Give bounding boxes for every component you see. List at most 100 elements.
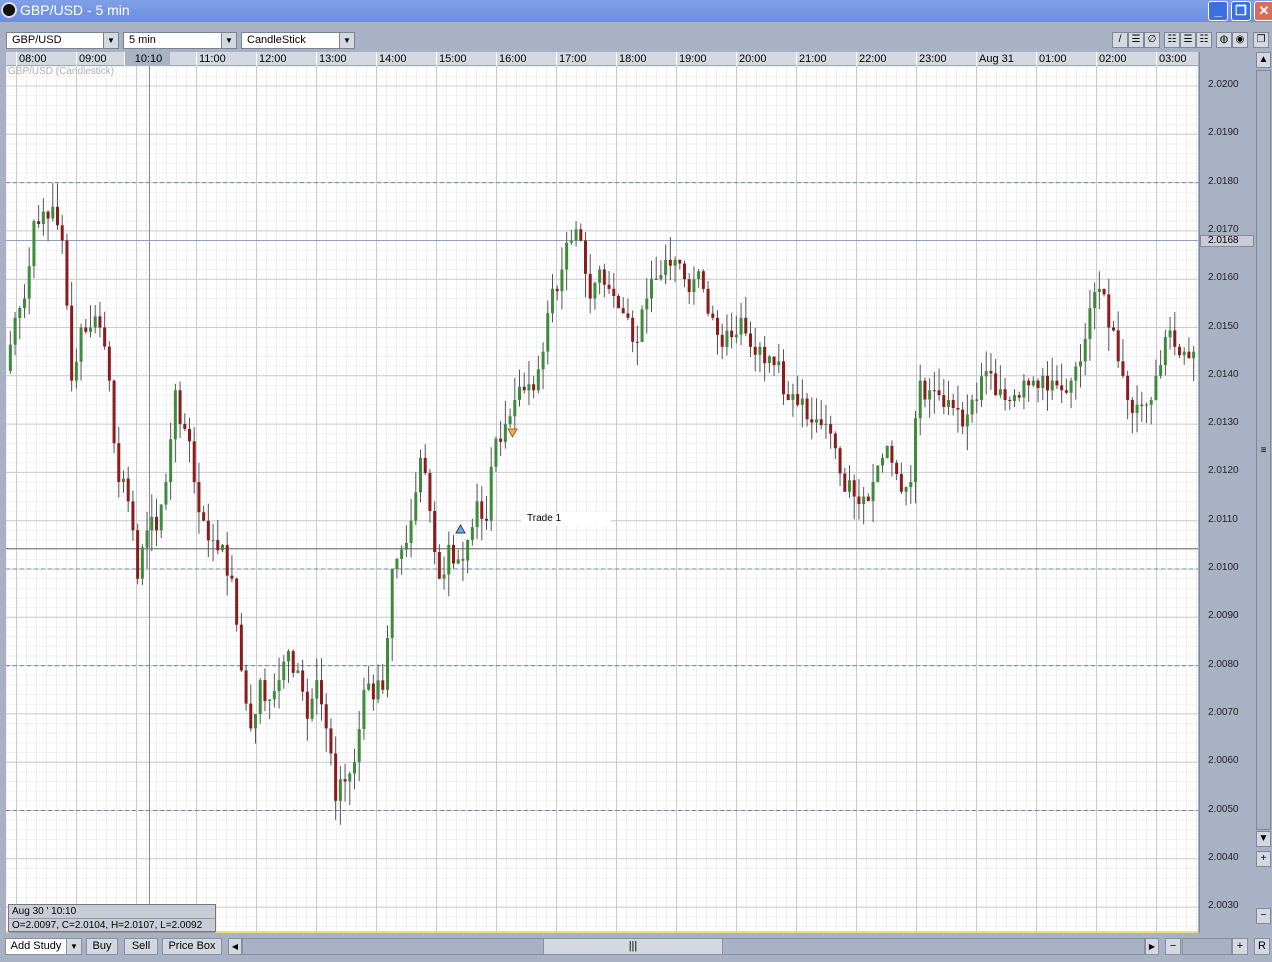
scroll-left-icon[interactable]: ◀ [228, 938, 242, 955]
zoom-out-time-icon[interactable]: − [1165, 938, 1181, 955]
candle-body [107, 346, 111, 381]
interval-select[interactable]: 5 min ▼ [123, 32, 237, 49]
horizontal-scroll-thumb[interactable]: ||| [543, 938, 723, 955]
candle-body [720, 334, 724, 347]
horizontal-lines-icon[interactable]: ☰ [1128, 32, 1144, 48]
candle-body [994, 373, 998, 396]
candle-body [494, 438, 498, 467]
candle-body [551, 288, 554, 314]
candle-body [18, 307, 22, 318]
chart-type-select[interactable]: CandleStick ▼ [241, 32, 355, 49]
reset-button[interactable]: R [1254, 938, 1270, 955]
chevron-down-icon[interactable]: ▼ [66, 938, 82, 955]
price-label: 2.0130 [1208, 417, 1239, 429]
chevron-down-icon[interactable]: ▼ [221, 33, 236, 48]
candle-body [390, 569, 394, 639]
candle-body [173, 390, 177, 440]
candle-body [447, 544, 451, 575]
candle-body [334, 753, 338, 801]
chart-plot-area[interactable]: GBP/USD (Candlestick) [6, 66, 1198, 933]
candle-body [202, 512, 206, 521]
time-zoom-slider[interactable] [1182, 938, 1232, 955]
candle-body [272, 691, 276, 700]
restore-button[interactable]: ❐ [1231, 1, 1251, 21]
sell-button[interactable]: Sell [124, 938, 158, 955]
scroll-up-icon[interactable]: ▲ [1256, 52, 1271, 68]
time-label: 13:00 [316, 52, 376, 66]
grid-icon[interactable]: ☷ [1164, 32, 1180, 48]
scroll-down-icon[interactable]: ▼ [1256, 831, 1271, 847]
close-button[interactable]: ✕ [1254, 1, 1272, 21]
chevron-down-icon[interactable]: ▼ [103, 33, 118, 48]
candle-body [716, 317, 719, 335]
candle-body [65, 240, 69, 306]
vertical-scrollbar[interactable]: ▲ ≡ ▼ + − [1256, 52, 1271, 933]
price-label: 2.0030 [1208, 900, 1239, 912]
candle-body [914, 418, 917, 483]
candle-body [1017, 395, 1021, 398]
candle-body [348, 773, 352, 782]
candle-body [428, 473, 432, 512]
price-label: 2.0090 [1208, 610, 1239, 622]
candle-body [140, 547, 144, 579]
draw-line-icon[interactable]: / [1112, 32, 1128, 48]
buy-button[interactable]: Buy [86, 938, 118, 955]
candle-body [386, 638, 389, 690]
settings-icon[interactable]: ◉ [1232, 32, 1248, 48]
candle-body [767, 356, 771, 364]
candle-body [871, 482, 875, 502]
candle-body [928, 390, 932, 400]
add-study-button[interactable]: Add Study [5, 938, 67, 955]
delete-drawing-icon[interactable]: ∅ [1144, 32, 1160, 48]
scroll-thumb[interactable]: ≡ [1256, 70, 1271, 830]
candle-body [518, 386, 521, 400]
zoom-icon[interactable]: ◍ [1216, 32, 1232, 48]
candle-body [522, 386, 526, 391]
minimize-button[interactable]: _ [1208, 1, 1228, 21]
candle-body [46, 211, 50, 219]
candle-body [423, 457, 427, 474]
zoom-in-time-icon[interactable]: + [1232, 938, 1248, 955]
candle-body [8, 344, 12, 371]
price-label: 2.0070 [1208, 706, 1239, 718]
price-axis[interactable]: 2.0200 2.0190 2.0180 2.0170 2.0160 2.0150 2.01… [1199, 52, 1254, 933]
candle-body [192, 441, 196, 483]
candle-body [1046, 375, 1049, 391]
price-label: 2.0140 [1208, 368, 1239, 380]
time-label: 18:00 [616, 52, 676, 66]
candle-body [744, 317, 748, 334]
chevron-down-icon[interactable]: ▼ [339, 33, 354, 48]
current-price-label: 2.0168 [1200, 235, 1254, 247]
candle-body [499, 438, 503, 442]
grid-icon[interactable]: ☷ [1196, 32, 1212, 48]
symbol-select[interactable]: GBP/USD ▼ [6, 32, 119, 49]
candle-body [145, 530, 149, 548]
detach-window-icon[interactable]: ❐ [1253, 32, 1269, 48]
price-box-button[interactable]: Price Box [162, 938, 222, 955]
candle-body [532, 384, 536, 391]
candle-body [98, 316, 102, 328]
candle-body [230, 575, 234, 579]
grid-icon[interactable]: ☰ [1180, 32, 1196, 48]
candle-body [1173, 330, 1177, 347]
candle-body [848, 480, 851, 492]
candle-body [287, 651, 290, 662]
candle-body [612, 288, 616, 297]
candle-body [1178, 346, 1181, 356]
candle-body [584, 240, 587, 274]
candle-body [301, 670, 305, 692]
time-label: Aug 31 [976, 52, 1036, 66]
ohlc-info-box: Aug 30 ' 10:10 O=2.0097, C=2.0104, H=2.0… [8, 904, 216, 933]
candle-body [1022, 380, 1026, 398]
candle-body [221, 544, 224, 551]
trade-label[interactable]: Trade 1 [521, 512, 611, 526]
scroll-right-icon[interactable]: ▶ [1145, 938, 1159, 955]
time-label: 12:00 [256, 52, 316, 66]
zoom-out-icon[interactable]: − [1256, 908, 1271, 924]
zoom-in-icon[interactable]: + [1256, 851, 1271, 867]
candle-body [470, 527, 474, 541]
candle-body [1168, 330, 1172, 338]
candle-body [786, 394, 790, 400]
time-label: 14:00 [376, 52, 436, 66]
candle-body [1121, 361, 1125, 376]
